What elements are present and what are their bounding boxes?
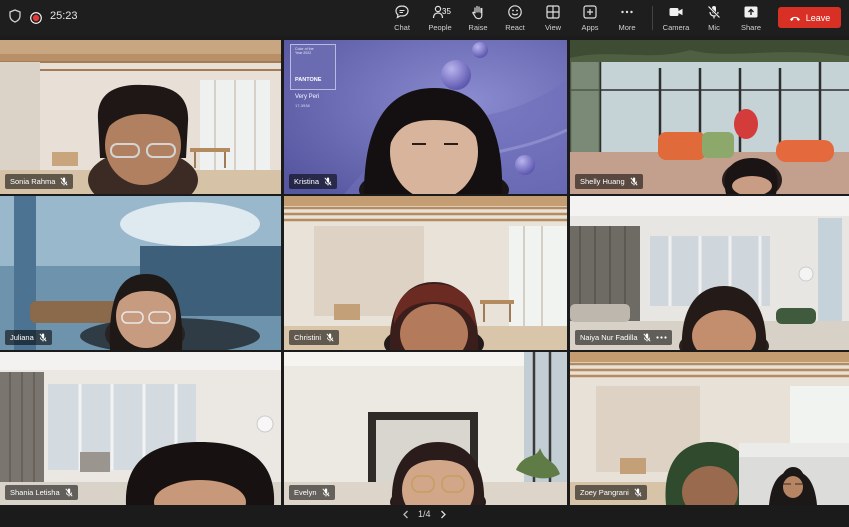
plus-square-icon (583, 5, 597, 19)
share-up-icon (744, 6, 758, 18)
mic-off-icon (642, 333, 651, 342)
phone-hangup-icon (789, 16, 800, 21)
video-grid: Sonia Rahma Color of the Year 2022 PANTO… (0, 40, 849, 505)
participant-name: Naiya Nur Fadilla (580, 333, 638, 342)
ellipsis-icon (621, 10, 633, 14)
self-view-image (739, 443, 849, 505)
participant-name: Juliana (10, 333, 34, 342)
participant-name-tag: Christini (289, 330, 340, 345)
pantone-code: 17-3938 (295, 103, 310, 108)
virtual-background (570, 196, 849, 350)
pantone-brand: PANTONE (295, 77, 322, 83)
virtual-background (0, 40, 281, 194)
meeting-timer: 25:23 (50, 10, 78, 22)
mic-off-icon (707, 5, 721, 19)
participant-name-tag: Sonia Rahma (5, 174, 74, 189)
shield-icon[interactable] (9, 9, 21, 28)
video-tile[interactable]: Color of the Year 2022 PANTONE Very Peri… (284, 40, 567, 194)
pantone-card: Color of the Year 2022 PANTONE Very Peri… (290, 44, 336, 112)
participant-name-tag: Zoey Pangrani (575, 485, 647, 500)
virtual-background (284, 352, 567, 505)
meeting-toolbar: 25:23 Chat 35 People Raise React View Ap… (0, 0, 849, 36)
chevron-right-icon[interactable] (440, 510, 447, 519)
mic-off-icon (324, 177, 332, 186)
self-view-video[interactable] (739, 443, 849, 505)
grid-icon (546, 5, 560, 19)
participant-name-tag: Evelyn (289, 485, 335, 500)
participant-name: Shelly Huang (580, 177, 625, 186)
leave-button[interactable]: Leave (778, 7, 841, 28)
recording-icon[interactable] (30, 11, 42, 29)
participant-name: Shania Letisha (10, 488, 60, 497)
virtual-background (0, 352, 281, 505)
chevron-left-icon[interactable] (402, 510, 409, 519)
share-button[interactable]: Share (731, 3, 771, 35)
more-options-icon[interactable] (655, 335, 667, 340)
mic-off-icon (65, 488, 73, 497)
video-tile[interactable]: Shania Letisha (0, 352, 281, 505)
pagination: 1/4 (402, 509, 447, 519)
participant-name-tag: Kristina (289, 174, 338, 189)
participant-name: Evelyn (294, 488, 317, 497)
video-tile[interactable]: Evelyn (284, 352, 567, 505)
pantone-color-name: Very Peri (295, 94, 320, 100)
mic-off-icon (39, 333, 47, 342)
chat-bubble-icon (395, 5, 409, 19)
participant-name-tag: Shania Letisha (5, 485, 78, 500)
participant-count-badge: 35 (442, 7, 451, 16)
smiley-icon (508, 5, 522, 19)
participant-name-tag: Shelly Huang (575, 174, 643, 189)
video-tile[interactable]: Shelly Huang (570, 40, 849, 194)
page-indicator: 1/4 (418, 509, 431, 519)
mic-off-icon (630, 177, 638, 186)
mic-off-icon (326, 333, 334, 342)
video-camera-icon (669, 8, 683, 16)
video-tile[interactable]: Sonia Rahma (0, 40, 281, 194)
virtual-background (0, 196, 281, 350)
share-label: Share (740, 23, 761, 32)
pantone-year-text: Color of the Year 2022 (295, 47, 314, 56)
virtual-background (570, 40, 849, 194)
mic-off-icon (634, 488, 642, 497)
pantone-swatch: Color of the Year 2022 PANTONE (290, 44, 336, 90)
participant-name: Christini (294, 333, 322, 342)
participant-name: Sonia Rahma (10, 177, 56, 186)
mic-off-icon (60, 177, 68, 186)
virtual-background (284, 196, 567, 350)
participant-name-tag: Naiya Nur Fadilla (575, 330, 672, 345)
more-label: More (618, 23, 636, 32)
participant-name: Zoey Pangrani (580, 488, 629, 497)
leave-label: Leave (805, 12, 831, 23)
video-tile[interactable]: Juliana (0, 196, 281, 350)
hand-icon (472, 5, 483, 20)
participant-name-tag: Juliana (5, 330, 52, 345)
video-tile[interactable]: Naiya Nur Fadilla (570, 196, 849, 350)
video-tile[interactable]: Christini (284, 196, 567, 350)
mic-off-icon (321, 488, 330, 497)
participant-name: Kristina (294, 177, 320, 186)
pagination-bar: 1/4 (0, 505, 849, 527)
more-button[interactable]: More (607, 3, 647, 35)
